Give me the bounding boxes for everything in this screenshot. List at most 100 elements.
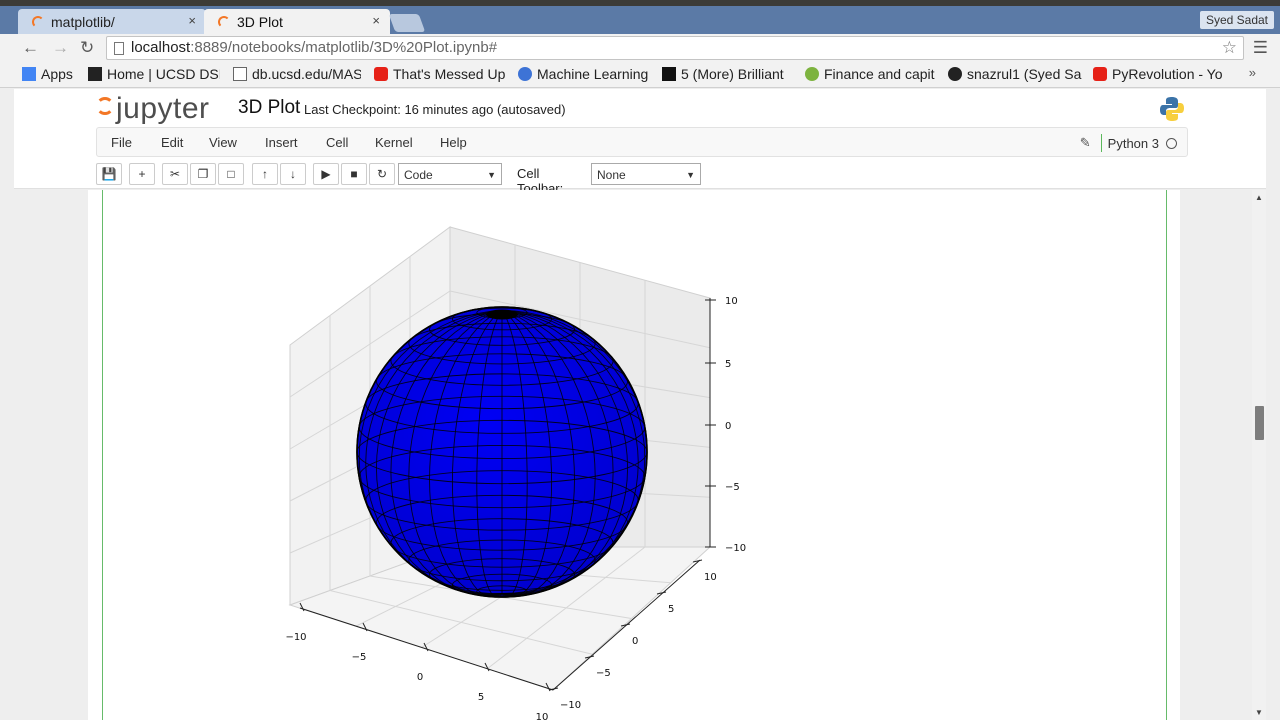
tick-label: 10: [536, 712, 549, 720]
move-up-icon[interactable]: ↑: [252, 163, 278, 185]
edit-pencil-icon[interactable]: ✎: [1080, 135, 1091, 151]
cell-toolbar-value: None: [597, 168, 626, 182]
bookmark-item[interactable]: Finance and capit: [805, 66, 937, 82]
tick-label: 0: [632, 636, 638, 647]
forward-arrow-icon[interactable]: →: [52, 38, 69, 58]
url-bar[interactable]: localhost:8889/notebooks/matplotlib/3D%2…: [106, 36, 1244, 60]
bookmark-label: That's Messed Up: [393, 66, 506, 82]
scrollbar-thumb[interactable]: [1255, 406, 1264, 440]
bookmark-label: Finance and capit: [824, 66, 935, 82]
move-down-icon[interactable]: ↓: [280, 163, 306, 185]
page-icon: [233, 67, 247, 81]
bookmark-item[interactable]: Apps: [22, 66, 78, 82]
youtube-icon: [374, 67, 388, 81]
more-bookmarks-icon[interactable]: »: [1249, 65, 1256, 80]
kernel-name: Python 3: [1107, 135, 1159, 151]
tick-label: 5: [725, 359, 731, 370]
python-logo-icon: [1160, 97, 1184, 121]
add-cell-icon[interactable]: +: [129, 163, 155, 185]
page-icon: [114, 42, 124, 55]
bookmark-label: 5 (More) Brilliant: [681, 66, 784, 82]
cell-type-select[interactable]: Code ▼: [398, 163, 502, 185]
scroll-down-icon[interactable]: ▼: [1255, 708, 1263, 717]
paste-icon[interactable]: □: [218, 163, 244, 185]
menu-file[interactable]: File: [111, 135, 132, 150]
save-icon[interactable]: 💾: [96, 163, 122, 185]
profile-button[interactable]: Syed Sadat: [1199, 11, 1274, 29]
menu-insert[interactable]: Insert: [265, 135, 298, 150]
tick-label: −5: [725, 482, 740, 493]
tab-strip: matplotlib/ × 3D Plot × Syed Sadat: [0, 6, 1280, 35]
bookmark-item[interactable]: Machine Learning: [518, 66, 650, 82]
github-icon: [948, 67, 962, 81]
menu-kernel[interactable]: Kernel: [375, 135, 413, 150]
bookmark-item[interactable]: Home | UCSD DSE: [88, 66, 220, 82]
url-host: localhost: [131, 39, 191, 56]
bookmark-label: db.ucsd.edu/MAS: [252, 66, 361, 82]
jupyter-favicon-icon: [218, 16, 230, 28]
tick-label: 0: [725, 421, 731, 432]
scroll-up-icon[interactable]: ▲: [1255, 193, 1263, 202]
bookmark-item[interactable]: db.ucsd.edu/MAS: [233, 66, 361, 82]
menu-cell[interactable]: Cell: [326, 135, 348, 150]
tick-label: 5: [668, 604, 674, 615]
tick-label: −10: [560, 700, 581, 711]
tick-label: 10: [725, 296, 738, 307]
bookmark-item[interactable]: That's Messed Up: [374, 66, 508, 82]
bookmark-label: Apps: [41, 66, 73, 82]
sphere-surface: [356, 306, 648, 598]
copy-icon[interactable]: ❐: [190, 163, 216, 185]
url-path: :8889/notebooks/matplotlib/3D%20Plot.ipy…: [190, 39, 498, 56]
kernel-idle-icon: [1166, 137, 1177, 149]
chrome-menu-icon[interactable]: ☰: [1253, 38, 1268, 58]
bookmark-label: Machine Learning: [537, 66, 649, 82]
tab-3d-plot[interactable]: 3D Plot ×: [204, 9, 390, 35]
tab-matplotlib[interactable]: matplotlib/ ×: [18, 9, 206, 35]
jupyter-header: jupyter 3D Plot Last Checkpoint: 16 minu…: [14, 89, 1266, 196]
bookmark-label: snazrul1 (Syed Sa: [967, 66, 1082, 82]
jupyter-favicon-icon: [32, 16, 44, 28]
jupyter-logo-icon: [96, 97, 114, 115]
tab-title: matplotlib/: [51, 14, 115, 30]
sphere-pole: [486, 309, 518, 320]
new-tab-button[interactable]: [388, 14, 426, 32]
youtube-icon: [1093, 67, 1107, 81]
run-icon[interactable]: ▶: [313, 163, 339, 185]
apps-grid-icon: [22, 67, 36, 81]
cut-icon[interactable]: ✂: [162, 163, 188, 185]
tick-label: −5: [596, 668, 611, 679]
kernel-indicator: ✎ Python 3: [1080, 134, 1177, 152]
cell-toolbar-select[interactable]: None ▼: [591, 163, 701, 185]
sphere-3d-plot: 10 5 0 −5 −10 −10 −5 0 5 10 10 5 0 −5 −10: [285, 226, 746, 720]
stop-icon[interactable]: ■: [341, 163, 367, 185]
tick-label: 5: [478, 692, 484, 703]
notebook-name[interactable]: 3D Plot: [238, 97, 300, 119]
tick-label: 0: [417, 672, 423, 683]
bookmark-star-icon[interactable]: ☆: [1222, 37, 1237, 59]
link-icon: [518, 67, 532, 81]
close-tab-icon[interactable]: ×: [188, 13, 196, 28]
restart-icon[interactable]: ↻: [369, 163, 395, 185]
tick-label: −10: [725, 543, 746, 554]
menu-view[interactable]: View: [209, 135, 237, 150]
cell-type-value: Code: [404, 168, 433, 182]
ds-icon: [88, 67, 102, 81]
menu-help[interactable]: Help: [440, 135, 467, 150]
bookmark-item[interactable]: PyRevolution - Yo: [1093, 66, 1225, 82]
chevron-down-icon: ▼: [487, 170, 496, 180]
chevron-down-icon: ▼: [686, 170, 695, 180]
notebook-container: 10 5 0 −5 −10 −10 −5 0 5 10 10 5 0 −5 −10: [88, 190, 1180, 720]
vertical-scrollbar[interactable]: ▲ ▼: [1252, 190, 1266, 720]
back-arrow-icon[interactable]: ←: [22, 38, 39, 58]
bookmark-label: Home | UCSD DSE: [107, 66, 220, 82]
kernel-separator: [1100, 134, 1102, 152]
tick-label: 10: [704, 572, 717, 583]
bookmark-item[interactable]: 5 (More) Brilliant: [662, 66, 792, 82]
menu-edit[interactable]: Edit: [161, 135, 183, 150]
reload-icon[interactable]: ↻: [80, 38, 94, 58]
bookmark-item[interactable]: snazrul1 (Syed Sa: [948, 66, 1082, 82]
medium-icon: [662, 67, 676, 81]
notebook-menubar: ✎ Python 3 File Edit View Insert Cell Kernel H…: [96, 127, 1188, 157]
close-tab-icon[interactable]: ×: [372, 13, 380, 28]
tab-title: 3D Plot: [237, 14, 283, 30]
